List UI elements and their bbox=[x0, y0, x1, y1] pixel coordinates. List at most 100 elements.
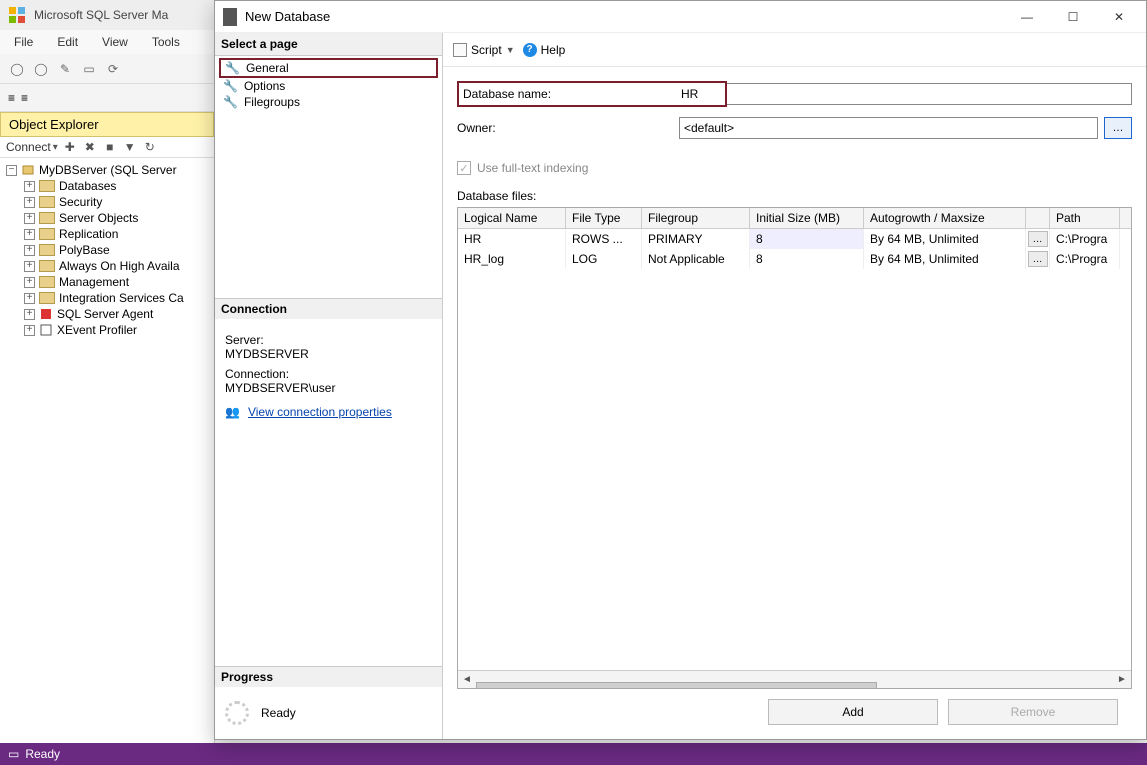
tree-item-alwayson[interactable]: +Always On High Availa bbox=[2, 258, 212, 274]
agent-icon bbox=[39, 307, 53, 321]
grid-header-row: Logical Name File Type Filegroup Initial… bbox=[458, 208, 1131, 229]
h-scrollbar[interactable]: ◄ ► bbox=[458, 670, 1131, 688]
scroll-left-icon[interactable]: ◄ bbox=[458, 671, 476, 689]
people-icon: 👥 bbox=[225, 405, 240, 419]
col-filetype[interactable]: File Type bbox=[566, 208, 642, 228]
menu-tools[interactable]: Tools bbox=[142, 33, 190, 51]
table-row[interactable]: HR_log LOG Not Applicable 8 By 64 MB, Un… bbox=[458, 249, 1131, 269]
tree-item-security[interactable]: +Security bbox=[2, 194, 212, 210]
spinner-icon bbox=[225, 701, 249, 725]
new-query-icon[interactable]: ✎ bbox=[56, 60, 74, 78]
filter-icon[interactable]: ▼ bbox=[122, 139, 138, 155]
fulltext-label: Use full-text indexing bbox=[477, 161, 588, 175]
files-grid: Logical Name File Type Filegroup Initial… bbox=[457, 207, 1132, 689]
server-value: MYDBSERVER bbox=[225, 347, 432, 361]
owner-input[interactable] bbox=[679, 117, 1098, 139]
object-explorer: Object Explorer Connect ▾ ✚ ✖ ■ ▼ ↻ − My… bbox=[0, 112, 215, 743]
folder-icon bbox=[39, 260, 55, 272]
forward-icon[interactable]: ◯ bbox=[32, 60, 50, 78]
page-filegroups[interactable]: 🔧 Filegroups bbox=[219, 94, 438, 110]
col-path[interactable]: Path bbox=[1050, 208, 1120, 228]
col-autogrowth[interactable]: Autogrowth / Maxsize bbox=[864, 208, 1026, 228]
close-button[interactable]: ✕ bbox=[1096, 2, 1142, 32]
table-row[interactable]: HR ROWS ... PRIMARY 8 By 64 MB, Unlimite… bbox=[458, 229, 1131, 249]
tree: − MyDBServer (SQL Server +Databases +Sec… bbox=[0, 158, 214, 743]
page-options[interactable]: 🔧 Options bbox=[219, 78, 438, 94]
progress-body: Ready bbox=[215, 687, 442, 739]
wrench-icon: 🔧 bbox=[223, 79, 238, 93]
owner-label: Owner: bbox=[457, 121, 679, 135]
dbname-input[interactable] bbox=[677, 83, 717, 105]
tree-item-management[interactable]: +Management bbox=[2, 274, 212, 290]
object-explorer-header: Object Explorer bbox=[0, 112, 214, 137]
back-icon[interactable]: ◯ bbox=[8, 60, 26, 78]
view-connection-properties-link[interactable]: View connection properties bbox=[248, 405, 392, 419]
autogrowth-edit-button[interactable]: … bbox=[1028, 231, 1048, 247]
scroll-thumb[interactable] bbox=[476, 682, 877, 690]
connection-label: Connection: bbox=[225, 367, 432, 381]
refresh-oe-icon[interactable]: ↻ bbox=[142, 139, 158, 155]
col-filegroup[interactable]: Filegroup bbox=[642, 208, 750, 228]
page-general[interactable]: 🔧 General bbox=[219, 58, 438, 78]
select-page-header: Select a page bbox=[215, 33, 442, 56]
tree-item-integration[interactable]: +Integration Services Ca bbox=[2, 290, 212, 306]
script-dropdown-icon[interactable]: ▼ bbox=[506, 45, 515, 55]
oe-icon-3[interactable]: ■ bbox=[102, 139, 118, 155]
menu-file[interactable]: File bbox=[4, 33, 43, 51]
tb-icon-a[interactable]: ≡ bbox=[8, 91, 15, 105]
connection-header: Connection bbox=[215, 298, 442, 319]
dbname-input-rest[interactable] bbox=[727, 83, 1132, 105]
minimize-button[interactable]: — bbox=[1004, 2, 1050, 32]
tree-root[interactable]: − MyDBServer (SQL Server bbox=[2, 162, 212, 178]
add-button[interactable]: Add bbox=[768, 699, 938, 725]
statusbar: ▭ Ready bbox=[0, 743, 1147, 765]
folder-icon bbox=[39, 292, 55, 304]
dialog-toolbar: Script ▼ ? Help bbox=[443, 33, 1146, 67]
scroll-right-icon[interactable]: ► bbox=[1113, 671, 1131, 689]
statusbar-icon: ▭ bbox=[8, 747, 19, 761]
connect-button[interactable]: Connect bbox=[6, 140, 51, 154]
progress-value: Ready bbox=[261, 706, 296, 720]
left-pane: Select a page 🔧 General 🔧 Options 🔧 File… bbox=[215, 33, 443, 739]
script-button[interactable]: Script ▼ bbox=[453, 43, 515, 57]
folder-icon bbox=[39, 212, 55, 224]
folder-icon bbox=[39, 180, 55, 192]
menu-edit[interactable]: Edit bbox=[47, 33, 88, 51]
tb-icon-b[interactable]: ≡ bbox=[21, 91, 28, 105]
oe-icon-2[interactable]: ✖ bbox=[82, 139, 98, 155]
col-logical[interactable]: Logical Name bbox=[458, 208, 566, 228]
menu-view[interactable]: View bbox=[92, 33, 138, 51]
folder-icon bbox=[39, 196, 55, 208]
fulltext-row: ✓ Use full-text indexing bbox=[443, 155, 1146, 189]
connection-value: MYDBSERVER\user bbox=[225, 381, 432, 395]
tree-item-server-objects[interactable]: +Server Objects bbox=[2, 210, 212, 226]
help-button[interactable]: ? Help bbox=[523, 43, 566, 57]
dialog-titlebar: New Database — ☐ ✕ bbox=[215, 1, 1146, 33]
tree-item-xevent[interactable]: +XEvent Profiler bbox=[2, 322, 212, 338]
col-initialsize[interactable]: Initial Size (MB) bbox=[750, 208, 864, 228]
tree-item-agent[interactable]: +SQL Server Agent bbox=[2, 306, 212, 322]
autogrowth-edit-button[interactable]: … bbox=[1028, 251, 1048, 267]
database-icon bbox=[223, 8, 237, 26]
new-database-dialog: New Database — ☐ ✕ Select a page 🔧 Gener… bbox=[214, 0, 1147, 740]
progress-header: Progress bbox=[215, 666, 442, 687]
dbfiles-label: Database files: bbox=[457, 189, 1132, 203]
remove-button[interactable]: Remove bbox=[948, 699, 1118, 725]
refresh-icon[interactable]: ⟳ bbox=[104, 60, 122, 78]
object-explorer-toolbar: Connect ▾ ✚ ✖ ■ ▼ ↻ bbox=[0, 137, 214, 158]
tree-item-replication[interactable]: +Replication bbox=[2, 226, 212, 242]
open-icon[interactable]: ▭ bbox=[80, 60, 98, 78]
folder-icon bbox=[39, 276, 55, 288]
oe-icon-1[interactable]: ✚ bbox=[62, 139, 78, 155]
folder-icon bbox=[39, 244, 55, 256]
owner-browse-button[interactable]: … bbox=[1104, 117, 1132, 139]
tree-item-databases[interactable]: +Databases bbox=[2, 178, 212, 194]
script-icon bbox=[453, 43, 467, 57]
fulltext-checkbox[interactable]: ✓ bbox=[457, 161, 471, 175]
tree-root-label: MyDBServer (SQL Server bbox=[39, 163, 177, 177]
server-label: Server: bbox=[225, 333, 432, 347]
wrench-icon: 🔧 bbox=[223, 95, 238, 109]
maximize-button[interactable]: ☐ bbox=[1050, 2, 1096, 32]
tree-item-polybase[interactable]: +PolyBase bbox=[2, 242, 212, 258]
connect-dropdown-icon[interactable]: ▾ bbox=[53, 142, 58, 153]
